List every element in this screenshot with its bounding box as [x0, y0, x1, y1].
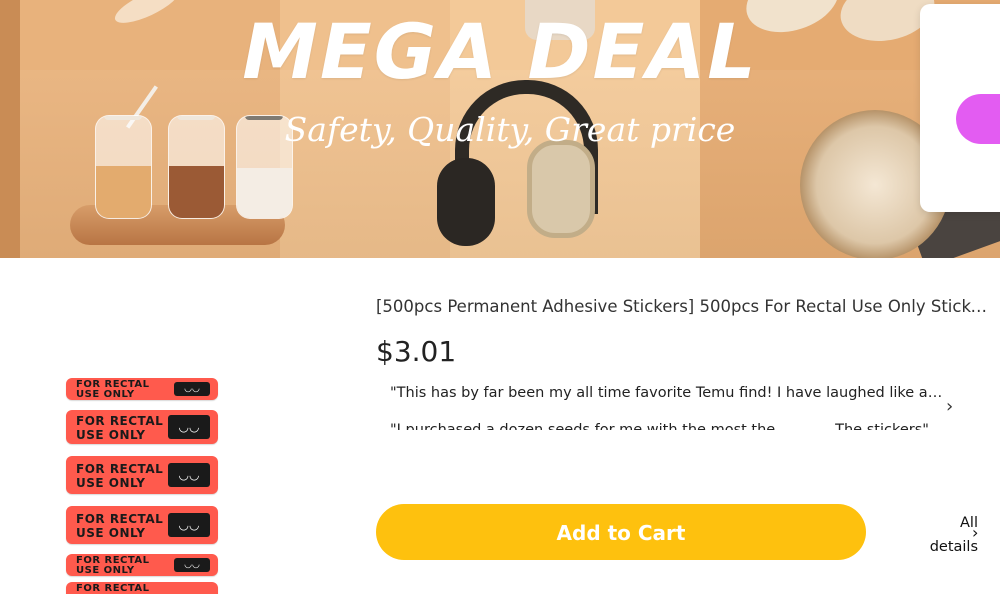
sticker-graphic: FOR RECTAL USE ONLY ◡◡ — [66, 378, 218, 400]
underwear-icon: ◡◡ — [174, 382, 210, 396]
review-snippet[interactable]: "This has by far been my all time favori… — [390, 384, 945, 402]
product-title[interactable]: [500pcs Permanent Adhesive Stickers] 500… — [376, 296, 991, 318]
chevron-right-icon[interactable]: › — [972, 522, 978, 544]
all-details-label: All — [960, 515, 978, 531]
add-to-cart-button[interactable]: Add to Cart — [376, 504, 866, 560]
underwear-icon: ◡◡ — [168, 415, 210, 439]
product-price: $3.01 — [376, 335, 457, 368]
underwear-icon: ◡◡ — [168, 513, 210, 537]
sticker-graphic: FOR RECTAL — [66, 582, 218, 594]
sticker-graphic: FOR RECTAL USE ONLY ◡◡ — [66, 410, 218, 444]
underwear-icon: ◡◡ — [168, 463, 210, 487]
product-image[interactable]: FOR RECTAL USE ONLY ◡◡ FOR RECTAL USE ONLY… — [62, 372, 222, 594]
sticker-graphic: FOR RECTAL USE ONLY ◡◡ — [66, 506, 218, 544]
headphones-image — [435, 80, 598, 250]
underwear-icon: ◡◡ — [174, 558, 210, 572]
review-snippet[interactable]: "I purchased a dozen seeds for me with t… — [390, 421, 945, 430]
chevron-right-icon[interactable]: › — [946, 396, 953, 418]
banner-subtitle: Safety, Quality, Great price — [284, 110, 736, 149]
all-details-link[interactable]: All details — [914, 511, 978, 559]
banner-title: MEGA DEAL — [242, 7, 758, 96]
all-details-label: details — [929, 539, 978, 555]
promo-banner[interactable]: MEGA DEAL Safety, Quality, Great price — [0, 0, 1000, 258]
side-popup-button[interactable] — [956, 94, 1000, 144]
side-popup-panel[interactable] — [920, 4, 1000, 212]
sticker-graphic: FOR RECTAL USE ONLY ◡◡ — [66, 456, 218, 494]
sticker-graphic: FOR RECTAL USE ONLY ◡◡ — [66, 554, 218, 576]
